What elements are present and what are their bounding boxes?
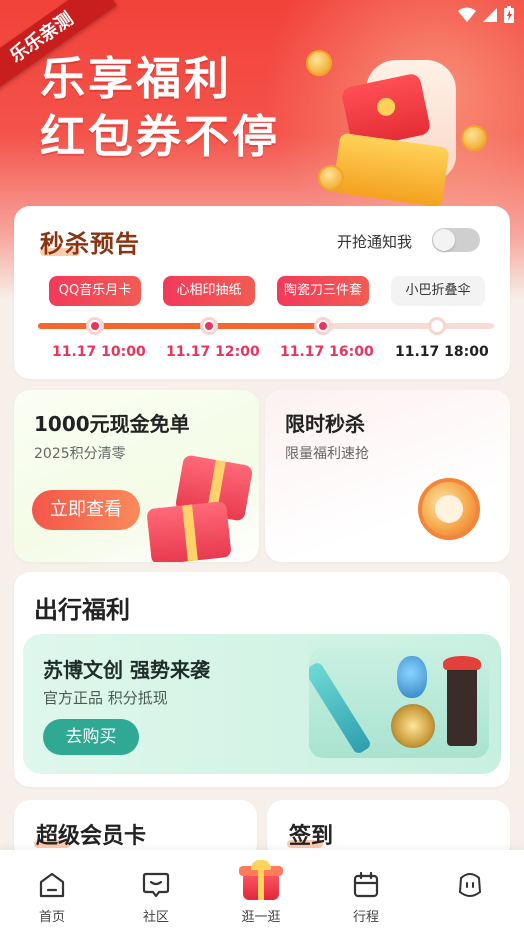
cash-free-subtitle: 2025积分清零 <box>34 446 126 462</box>
timeline-dot <box>86 317 104 335</box>
tab-profile[interactable] <box>418 850 522 933</box>
travel-title: 出行福利 <box>34 596 130 624</box>
alarm-clock-icon <box>418 478 480 540</box>
jewel-icon <box>391 704 435 748</box>
flash-item-pill[interactable]: 陶瓷刀三件套 <box>277 276 369 306</box>
flash-timeline <box>38 317 494 335</box>
home-icon <box>39 872 65 898</box>
toggle-knob <box>433 229 455 251</box>
gift-icon <box>239 860 283 900</box>
tab-label: 逛一逛 <box>241 910 281 925</box>
calendar-icon <box>353 871 379 898</box>
artifacts-image <box>309 648 489 758</box>
view-now-button[interactable]: 立即查看 <box>32 490 140 530</box>
tab-label: 行程 <box>352 910 379 925</box>
tab-community[interactable]: 社区 <box>104 850 208 933</box>
tab-home[interactable]: 首页 <box>0 850 104 933</box>
flash-item-pill[interactable]: 心相印抽纸 <box>163 276 255 306</box>
timeline-dot <box>428 317 446 335</box>
flash-time: 11.17 16:00 <box>280 344 374 360</box>
limited-sale-subtitle: 限量福利速抢 <box>285 446 369 462</box>
signal-icon <box>482 7 498 27</box>
flash-time: 11.17 12:00 <box>166 344 260 360</box>
sword-icon <box>309 660 373 756</box>
hero-illustration <box>306 40 487 208</box>
flash-item-pill[interactable]: QQ音乐月卡 <box>49 276 141 306</box>
flash-sale-card: 秒杀预告 开抢通知我 QQ音乐月卡 心相印抽纸 陶瓷刀三件套 小巴折叠伞 11.… <box>14 206 510 379</box>
vase-icon <box>397 656 427 698</box>
coin-icon <box>306 50 332 76</box>
tab-label: 首页 <box>38 910 65 925</box>
community-icon <box>142 872 170 898</box>
museum-promo-subtitle: 官方正品 积分抵现 <box>43 689 168 707</box>
tab-label: 社区 <box>142 910 169 925</box>
stand-icon <box>443 656 481 746</box>
museum-promo-heading: 苏博文创 强势来袭 <box>43 658 210 682</box>
limited-sale-card[interactable]: 限时秒杀 限量福利速抢 <box>265 390 510 562</box>
hero-title-line1: 乐享福利 <box>40 52 233 105</box>
wifi-icon <box>458 7 476 27</box>
flash-time: 11.17 18:00 <box>395 344 489 360</box>
bottom-tab-bar: 首页 社区 逛一逛 行程 <box>0 850 524 933</box>
timeline-progress <box>38 323 323 329</box>
battery-icon <box>504 6 514 27</box>
limited-sale-title: 限时秒杀 <box>285 412 365 436</box>
hero-title-line2: 红包券不停 <box>40 110 281 163</box>
flash-sale-title: 秒杀预告 <box>40 230 140 258</box>
timeline-dot <box>314 317 332 335</box>
flash-time: 11.17 10:00 <box>52 344 146 360</box>
coin-icon <box>461 125 487 151</box>
coin-icon <box>318 165 344 191</box>
checkin-title: 签到 <box>289 824 334 849</box>
gift-boxes-icon <box>139 450 259 562</box>
buy-button[interactable]: 去购买 <box>43 719 139 755</box>
profile-icon <box>458 873 482 897</box>
travel-benefits-card: 出行福利 苏博文创 强势来袭 官方正品 积分抵现 去购买 <box>14 572 510 787</box>
cash-free-title: 1000元现金免单 <box>34 412 190 436</box>
tab-explore[interactable]: 逛一逛 <box>209 850 313 933</box>
hero-title: 乐享福利 红包券不停 <box>40 50 280 166</box>
vip-card-title: 超级会员卡 <box>36 824 147 849</box>
status-bar <box>458 6 514 27</box>
tab-trips[interactable]: 行程 <box>314 850 418 933</box>
timeline-dot <box>200 317 218 335</box>
cash-free-card[interactable]: 1000元现金免单 2025积分清零 立即查看 <box>14 390 259 562</box>
notify-label: 开抢通知我 <box>336 233 412 251</box>
museum-promo-banner[interactable]: 苏博文创 强势来袭 官方正品 积分抵现 去购买 <box>23 634 501 774</box>
notify-toggle[interactable] <box>432 228 480 252</box>
gift-box-icon <box>146 500 232 562</box>
flash-item-pill[interactable]: 小巴折叠伞 <box>391 276 485 306</box>
